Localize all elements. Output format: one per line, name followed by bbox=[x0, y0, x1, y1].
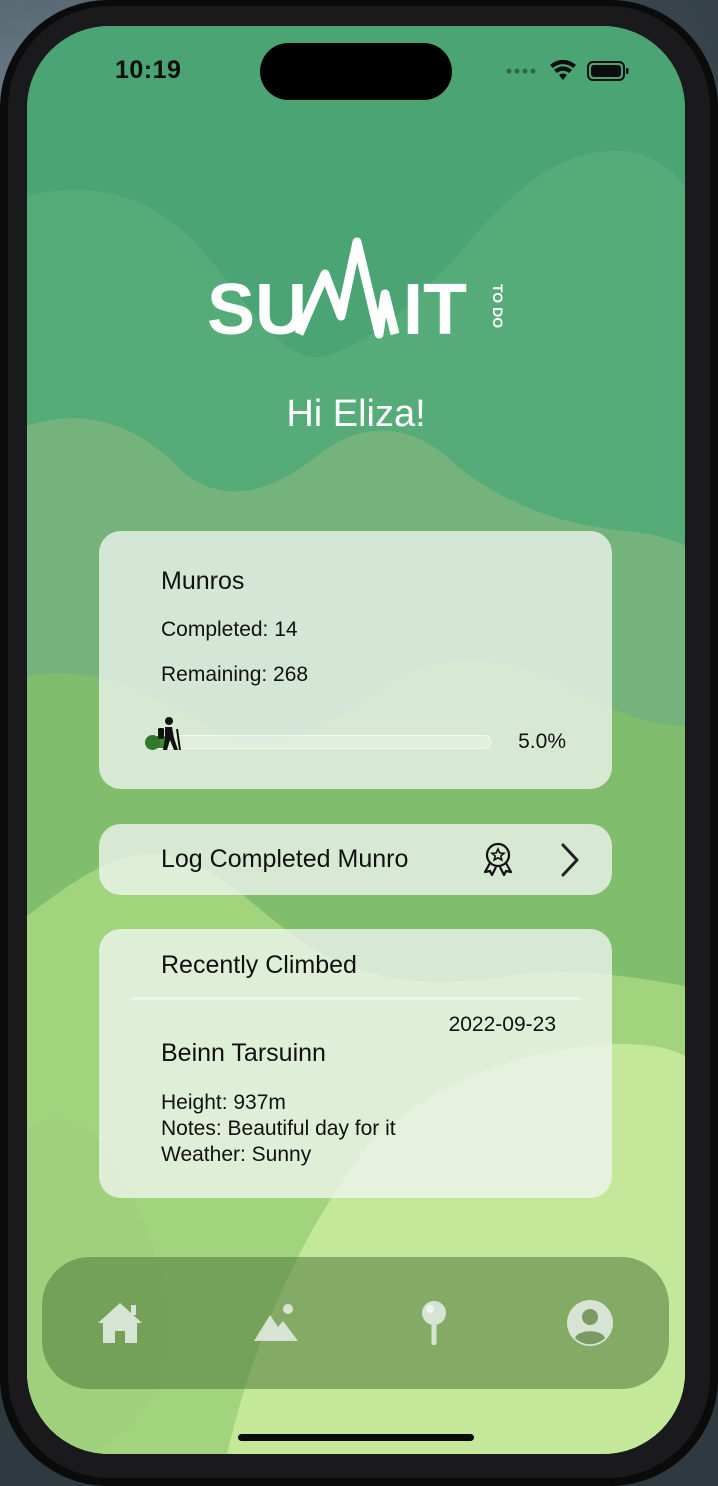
log-completed-munro-button[interactable]: Log Completed Munro bbox=[99, 824, 612, 895]
svg-text:TO DO: TO DO bbox=[490, 284, 506, 328]
wifi-icon bbox=[550, 60, 576, 80]
hiker-icon bbox=[158, 717, 181, 751]
chevron-right-icon bbox=[561, 843, 579, 877]
recently-climbed-card: Recently Climbed 2022-09-23 Beinn Tarsui… bbox=[99, 929, 612, 1198]
summit-logo: SU IT TO DO bbox=[207, 237, 506, 344]
progress-percent: 5.0% bbox=[518, 730, 566, 753]
log-completed-label: Log Completed Munro bbox=[161, 845, 409, 873]
svg-text:IT: IT bbox=[403, 270, 467, 344]
climb-notes: Notes: Beautiful day for it bbox=[161, 1117, 396, 1140]
app-screen: 10:19 SU IT TO DO Hi Eliza! Munros Compl… bbox=[27, 26, 685, 1454]
munros-card-title: Munros bbox=[161, 567, 245, 595]
mountain-height: Height: 937m bbox=[161, 1091, 286, 1114]
completed-count: Completed: 14 bbox=[161, 618, 298, 641]
tab-bar bbox=[42, 1257, 669, 1389]
profile-icon[interactable] bbox=[564, 1297, 616, 1349]
mountain-name: Beinn Tarsuinn bbox=[161, 1039, 326, 1067]
cellular-signal-icon bbox=[506, 68, 536, 74]
climb-date: 2022-09-23 bbox=[448, 1013, 556, 1036]
home-indicator bbox=[238, 1434, 474, 1441]
recently-climbed-title: Recently Climbed bbox=[161, 951, 357, 979]
divider bbox=[131, 997, 581, 1000]
progress-bar bbox=[151, 735, 491, 749]
status-time: 10:19 bbox=[115, 56, 182, 84]
climb-weather: Weather: Sunny bbox=[161, 1143, 312, 1166]
greeting: Hi Eliza! bbox=[286, 393, 426, 435]
remaining-count: Remaining: 268 bbox=[161, 663, 309, 686]
svg-text:SU: SU bbox=[207, 270, 307, 344]
status-icons bbox=[505, 60, 629, 82]
munros-progress-card: Munros Completed: 14 Remaining: 268 5.0% bbox=[99, 531, 612, 789]
mountain-icon[interactable] bbox=[250, 1297, 302, 1349]
dynamic-island bbox=[260, 43, 452, 100]
map-pin-icon[interactable] bbox=[408, 1297, 460, 1349]
home-icon[interactable] bbox=[94, 1297, 146, 1349]
battery-icon bbox=[587, 61, 629, 81]
award-icon bbox=[483, 842, 513, 877]
